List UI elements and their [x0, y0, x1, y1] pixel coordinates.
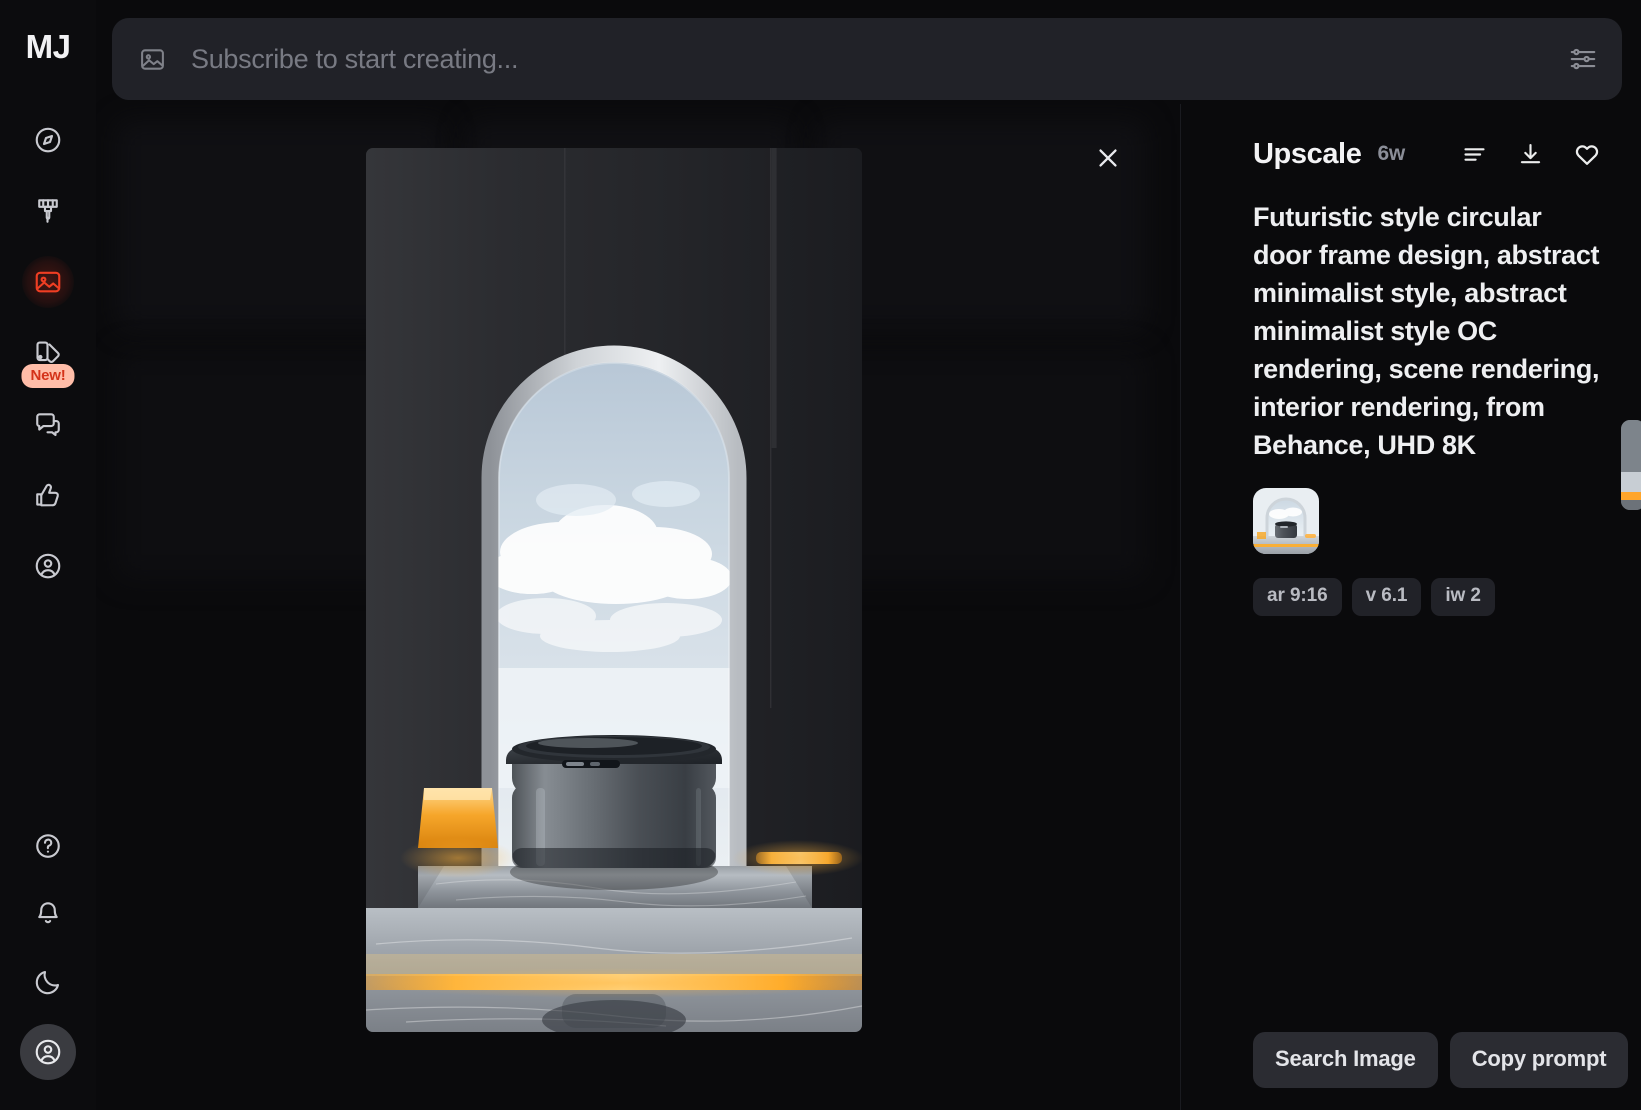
- image-icon[interactable]: [138, 45, 167, 74]
- main-artwork[interactable]: [366, 148, 862, 1032]
- copy-prompt-button[interactable]: Copy prompt: [1449, 1032, 1629, 1088]
- prompt-description: Futuristic style circular door frame des…: [1253, 202, 1600, 460]
- image-viewer-overlay: Upscale 6w Futuristic style circular doo…: [96, 104, 1641, 1110]
- panel-footer: Search Image Copy prompt: [1253, 1032, 1629, 1088]
- question-circle-icon: [33, 831, 63, 861]
- prompt-bar: [112, 18, 1622, 100]
- sidebar-item-rate[interactable]: [22, 469, 74, 521]
- page-title: Upscale: [1253, 137, 1362, 170]
- reference-image-thumbnail[interactable]: [1253, 488, 1319, 554]
- detail-actions: [1461, 140, 1601, 168]
- thumbs-up-icon: [33, 480, 63, 510]
- sidebar-nav: New!: [21, 114, 75, 592]
- app-logo[interactable]: MJ: [26, 28, 71, 66]
- pill-image-weight[interactable]: iw 2: [1431, 578, 1495, 616]
- sidebar-item-help[interactable]: [22, 820, 74, 872]
- close-icon[interactable]: [1088, 138, 1128, 178]
- paintbrush-icon: [33, 196, 63, 226]
- heart-icon[interactable]: [1573, 140, 1601, 168]
- chat-bubble-icon: [33, 409, 63, 439]
- sidebar: MJ New!: [0, 0, 96, 1110]
- bell-icon: [33, 899, 63, 929]
- sidebar-item-organize[interactable]: [22, 256, 74, 308]
- search-image-button[interactable]: Search Image: [1253, 1032, 1438, 1088]
- lines-menu-icon[interactable]: [1461, 141, 1488, 168]
- timestamp: 6w: [1377, 142, 1406, 165]
- sidebar-item-explore[interactable]: [22, 114, 74, 166]
- sidebar-item-personalize[interactable]: New!: [21, 327, 75, 388]
- sliders-icon[interactable]: [1568, 44, 1598, 74]
- pill-aspect-ratio[interactable]: ar 9:16: [1253, 578, 1342, 616]
- moon-icon: [33, 967, 63, 997]
- sidebar-badge-new: New!: [21, 364, 75, 388]
- sidebar-item-chat[interactable]: [22, 398, 74, 450]
- avatar: [33, 1037, 63, 1067]
- midjourney-app: MJ New! Subscribe to start creating... U…: [0, 0, 1641, 1110]
- sidebar-item-notifications[interactable]: [22, 888, 74, 940]
- pill-version[interactable]: v 6.1: [1351, 578, 1422, 616]
- prompt-input[interactable]: [191, 43, 1568, 75]
- sidebar-item-account[interactable]: [22, 540, 74, 592]
- image-icon: [33, 267, 63, 297]
- detail-header: Upscale 6w: [1253, 136, 1601, 172]
- sidebar-item-profile[interactable]: [20, 1024, 76, 1080]
- sidebar-bottom-nav: [20, 820, 76, 1080]
- next-image-peek[interactable]: [1621, 420, 1641, 510]
- compass-icon: [33, 125, 63, 155]
- sidebar-item-theme-toggle[interactable]: [22, 956, 74, 1008]
- detail-panel: Upscale 6w Futuristic style circular doo…: [1180, 104, 1641, 1110]
- viewer-stage: [96, 104, 1180, 1110]
- user-circle-icon: [33, 551, 63, 581]
- download-icon[interactable]: [1517, 141, 1544, 168]
- sidebar-item-create[interactable]: [22, 185, 74, 237]
- parameter-pills: ar 9:16 v 6.1 iw 2: [1253, 578, 1601, 616]
